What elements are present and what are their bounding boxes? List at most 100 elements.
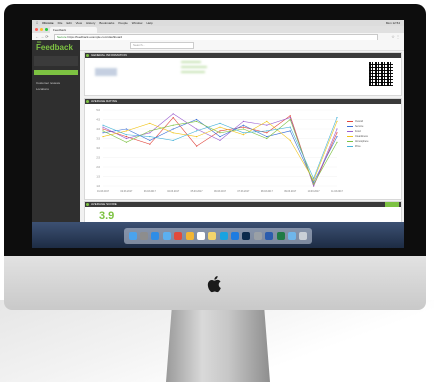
panel-header: GENERAL INFORMATION (85, 53, 401, 58)
nav-arrows-icon[interactable]: ← → ⟳ (35, 34, 49, 39)
data-point (266, 137, 268, 140)
score-value: 3.9 (99, 210, 115, 222)
sidebar: GE Feedback Customer reviews Locations (32, 40, 80, 222)
x-tick-label: 09.03.2017 (284, 190, 297, 193)
data-point (196, 128, 198, 130)
data-point (289, 118, 291, 121)
data-point (266, 130, 268, 132)
skype-icon[interactable] (219, 232, 228, 240)
tab-bar: Feedback (32, 26, 404, 33)
data-point (336, 128, 338, 130)
panel-header: AVERAGE SCORE (85, 202, 401, 207)
qr-code-icon (369, 62, 393, 86)
panel-title: GENERAL INFORMATION (91, 53, 127, 57)
appstore-icon[interactable] (231, 232, 240, 240)
mail-icon[interactable] (162, 232, 171, 240)
photos-icon[interactable] (185, 232, 194, 240)
y-tick-label: 4.5 (96, 117, 100, 121)
close-icon[interactable] (35, 28, 38, 31)
word-icon[interactable] (265, 232, 274, 240)
user-panel[interactable] (34, 56, 78, 66)
panel-dot-icon (86, 203, 89, 206)
notes-icon[interactable] (208, 232, 217, 240)
legend-label: Food (355, 130, 361, 133)
menu-item-history[interactable]: History (86, 21, 95, 25)
data-point (336, 132, 338, 134)
apple-menu-icon[interactable]:  (36, 21, 38, 25)
mac-dock (124, 228, 312, 244)
menu-item-people[interactable]: People (118, 21, 127, 25)
trash-icon[interactable] (299, 232, 308, 240)
secure-label: Secure (57, 35, 67, 39)
data-point (266, 120, 268, 122)
logo-tag: GE (37, 40, 42, 44)
data-point (102, 128, 104, 130)
folder-icon[interactable] (287, 232, 296, 240)
x-tick-label: 03.03.2017 (144, 190, 157, 193)
app-logo[interactable]: GE Feedback (36, 40, 73, 52)
data-point (242, 134, 244, 136)
y-tick-label: 3.5 (96, 136, 100, 140)
chart-legend: Overall Service Food Cleanliness Atmosphere P… (347, 119, 368, 149)
x-tick-label: 05.03.2017 (191, 190, 204, 193)
browser-menu-icon[interactable]: ☆ ⋮ (391, 34, 400, 39)
minimize-icon[interactable] (40, 28, 43, 31)
finder-icon[interactable] (128, 232, 137, 240)
y-tick-label: 5.0 (96, 108, 100, 112)
photoshop-icon[interactable] (242, 232, 251, 240)
calendar-icon[interactable] (196, 232, 205, 240)
data-point (219, 132, 221, 134)
maximize-icon[interactable] (45, 28, 48, 31)
data-point (125, 134, 127, 136)
rating-chart-panel: AVERAGE RATING 5.0 4.5 4.0 3.5 3.0 2.5 2.0 1.5 1… (84, 98, 402, 200)
legend-swatch (347, 126, 353, 127)
menu-item-help[interactable]: Help (146, 21, 152, 25)
data-point (196, 145, 198, 147)
menu-item-window[interactable]: Window (132, 21, 143, 25)
data-point (289, 126, 291, 128)
menu-app[interactable]: Chrome (42, 21, 53, 25)
panel-title: AVERAGE SCORE (91, 202, 117, 206)
menu-item-view[interactable]: View (76, 21, 82, 25)
launchpad-icon[interactable] (140, 232, 149, 240)
data-point (313, 185, 315, 187)
data-point (149, 130, 151, 132)
data-point (149, 139, 151, 141)
safari-icon[interactable] (151, 232, 160, 240)
data-point (196, 136, 198, 138)
blurred-text (181, 66, 207, 68)
series-line (102, 113, 338, 187)
data-point (219, 136, 221, 138)
search-input[interactable]: Search... (130, 42, 194, 49)
y-tick-label: 3.0 (96, 146, 100, 150)
data-point (336, 117, 338, 119)
blurred-text (181, 71, 205, 73)
sidebar-item-locations[interactable]: Locations (36, 87, 49, 91)
menu-item-edit[interactable]: Edit (66, 21, 71, 25)
data-point (172, 117, 174, 119)
screen:  Chrome File Edit View History Bookmark… (32, 20, 404, 248)
menu-item-bookmarks[interactable]: Bookmarks (99, 21, 114, 25)
menu-item-file[interactable]: File (58, 21, 63, 25)
sidebar-item-reviews[interactable]: Customer reviews (36, 81, 60, 85)
window-controls (35, 28, 48, 31)
legend-label: Price (355, 145, 361, 148)
x-tick-label: 04.03.2017 (167, 190, 180, 193)
y-tick-label: 2.0 (96, 165, 100, 169)
menubar-clock: Mon 12:54 (385, 21, 400, 25)
data-point (289, 115, 291, 117)
x-tick-label: 01.03.2017 (97, 190, 110, 193)
data-point (313, 183, 315, 185)
excel-icon[interactable] (276, 232, 285, 240)
panel-dot-icon (86, 54, 89, 57)
series-line (102, 115, 338, 187)
legend-label: Atmosphere (355, 140, 369, 143)
data-point (219, 130, 221, 132)
data-point (149, 132, 151, 134)
sidebar-active-item[interactable] (34, 70, 78, 75)
chrome-icon[interactable] (174, 232, 183, 240)
legend-item: Price (347, 144, 368, 149)
data-point (336, 136, 338, 138)
y-tick-label: 2.5 (96, 155, 100, 159)
preferences-icon[interactable] (253, 232, 262, 240)
